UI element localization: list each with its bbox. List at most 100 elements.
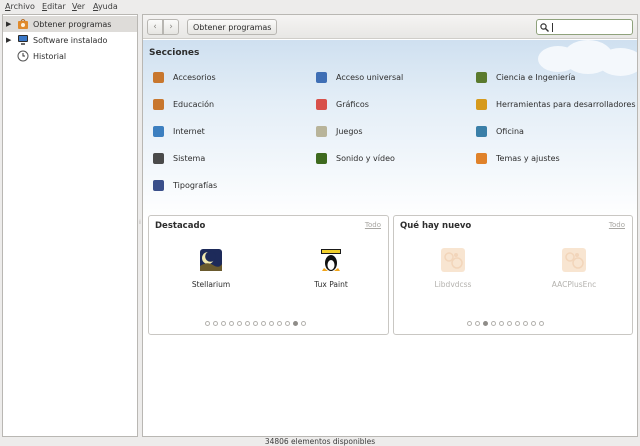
pager-dot[interactable] bbox=[515, 321, 520, 326]
pager-dot[interactable] bbox=[253, 321, 258, 326]
package-icon bbox=[441, 248, 465, 272]
category-fonts[interactable]: Tipografías bbox=[153, 178, 217, 192]
search-input[interactable] bbox=[551, 21, 629, 33]
pager-dot[interactable] bbox=[539, 321, 544, 326]
package-icon bbox=[562, 248, 586, 272]
themes-icon bbox=[476, 152, 487, 164]
category-themes[interactable]: Temas y ajustes bbox=[476, 151, 560, 165]
system-icon bbox=[153, 152, 164, 164]
software-center-icon bbox=[17, 18, 29, 30]
sidebar-item-history[interactable]: Historial bbox=[3, 48, 137, 64]
sidebar-item-label: Historial bbox=[33, 51, 67, 61]
category-office[interactable]: Oficina bbox=[476, 124, 524, 138]
pager-dot[interactable] bbox=[213, 321, 218, 326]
science-icon bbox=[476, 71, 487, 83]
menu-archivo[interactable]: Archivo bbox=[5, 2, 35, 11]
category-label: Sistema bbox=[173, 153, 206, 163]
expander-arrow[interactable]: ▶ bbox=[6, 36, 14, 44]
app-tile-libdvdcss[interactable]: Libdvdcss bbox=[418, 248, 488, 298]
pager-dot[interactable] bbox=[221, 321, 226, 326]
pager-dot[interactable] bbox=[499, 321, 504, 326]
category-label: Temas y ajustes bbox=[496, 153, 560, 163]
category-developer-tools[interactable]: Herramientas para desarrolladores bbox=[476, 97, 636, 111]
category-label: Ciencia e Ingeniería bbox=[496, 72, 576, 82]
pager-dot[interactable] bbox=[285, 321, 290, 326]
cloud-decoration bbox=[598, 48, 637, 76]
pager-dot[interactable] bbox=[475, 321, 480, 326]
pager-dot[interactable] bbox=[523, 321, 528, 326]
tux-paint-icon bbox=[319, 248, 343, 272]
pager-dot[interactable] bbox=[237, 321, 242, 326]
category-science[interactable]: Ciencia e Ingeniería bbox=[476, 70, 575, 84]
main-content: ‹ › Obtener programas Secciones Accesori… bbox=[142, 14, 638, 437]
app-tile-stellarium[interactable]: Stellarium bbox=[176, 248, 246, 298]
featured-title: Destacado bbox=[155, 221, 206, 231]
pager-dot[interactable] bbox=[293, 321, 298, 326]
category-graphics[interactable]: Gráficos bbox=[316, 97, 369, 111]
whats-new-all-link[interactable]: Todo bbox=[609, 221, 625, 229]
menu-bar: Archivo Editar Ver Ayuda bbox=[0, 0, 640, 13]
sidebar-item-label: Obtener programas bbox=[33, 19, 112, 29]
category-label: Herramientas para desarrolladores bbox=[496, 99, 636, 109]
category-accessories[interactable]: Accesorios bbox=[153, 70, 216, 84]
graphics-icon bbox=[316, 98, 327, 110]
fonts-icon bbox=[153, 179, 164, 191]
back-button[interactable]: ‹ bbox=[147, 19, 163, 35]
category-label: Sonido y vídeo bbox=[336, 153, 395, 163]
sections-area: Secciones Accesorios Acceso universal Cien… bbox=[143, 40, 637, 220]
pager-dot[interactable] bbox=[467, 321, 472, 326]
category-label: Accesorios bbox=[173, 72, 216, 82]
accessories-icon bbox=[153, 71, 164, 83]
pager-dot[interactable] bbox=[269, 321, 274, 326]
whats-new-panel: Qué hay nuevo Todo Libdvdcss AACPlusEnc bbox=[393, 215, 633, 335]
pager-dot[interactable] bbox=[229, 321, 234, 326]
featured-pager-dots bbox=[205, 321, 306, 326]
pager-dot[interactable] bbox=[205, 321, 210, 326]
category-education[interactable]: Educación bbox=[153, 97, 214, 111]
pager-dot[interactable] bbox=[491, 321, 496, 326]
pager-dot[interactable] bbox=[277, 321, 282, 326]
menu-ver[interactable]: Ver bbox=[72, 2, 85, 11]
education-icon bbox=[153, 98, 164, 110]
pager-dot[interactable] bbox=[301, 321, 306, 326]
category-internet[interactable]: Internet bbox=[153, 124, 205, 138]
games-icon bbox=[316, 125, 327, 137]
app-name: Libdvdcss bbox=[434, 280, 472, 289]
expander-arrow[interactable]: ▶ bbox=[6, 20, 14, 28]
office-icon bbox=[476, 125, 487, 137]
pager-dot[interactable] bbox=[483, 321, 488, 326]
category-label: Acceso universal bbox=[336, 72, 404, 82]
developer-tools-icon bbox=[476, 98, 487, 110]
sections-title: Secciones bbox=[149, 48, 200, 58]
forward-button[interactable]: › bbox=[163, 19, 179, 35]
search-icon bbox=[540, 23, 549, 32]
category-games[interactable]: Juegos bbox=[316, 124, 363, 138]
menu-editar[interactable]: Editar bbox=[42, 2, 66, 11]
category-label: Oficina bbox=[496, 126, 524, 136]
computer-icon bbox=[17, 34, 29, 46]
category-system[interactable]: Sistema bbox=[153, 151, 205, 165]
menu-ayuda[interactable]: Ayuda bbox=[93, 2, 118, 11]
sidebar: ▶ Obtener programas ▶ Software instalado… bbox=[2, 14, 138, 437]
sidebar-item-label: Software instalado bbox=[33, 35, 108, 45]
pager-dot[interactable] bbox=[261, 321, 266, 326]
sidebar-item-get-software[interactable]: ▶ Obtener programas bbox=[3, 16, 137, 32]
app-tile-aacplusenc[interactable]: AACPlusEnc bbox=[539, 248, 609, 298]
featured-all-link[interactable]: Todo bbox=[365, 221, 381, 229]
search-box[interactable] bbox=[536, 19, 633, 35]
category-universal-access[interactable]: Acceso universal bbox=[316, 70, 403, 84]
pager-dot[interactable] bbox=[531, 321, 536, 326]
category-label: Juegos bbox=[336, 126, 363, 136]
pager-dot[interactable] bbox=[245, 321, 250, 326]
status-bar: 34806 elementos disponibles bbox=[0, 437, 640, 446]
whats-new-title: Qué hay nuevo bbox=[400, 221, 472, 231]
featured-panel: Destacado Todo Stellarium Tux Paint bbox=[148, 215, 389, 335]
chevron-right-icon: › bbox=[169, 22, 173, 32]
status-text: 34806 elementos disponibles bbox=[264, 437, 376, 446]
breadcrumb-get-software[interactable]: Obtener programas bbox=[187, 19, 278, 35]
pager-dot[interactable] bbox=[507, 321, 512, 326]
app-tile-tux-paint[interactable]: Tux Paint bbox=[296, 248, 366, 298]
sidebar-item-installed-software[interactable]: ▶ Software instalado bbox=[3, 32, 137, 48]
category-label: Internet bbox=[173, 126, 205, 136]
category-sound-video[interactable]: Sonido y vídeo bbox=[316, 151, 395, 165]
